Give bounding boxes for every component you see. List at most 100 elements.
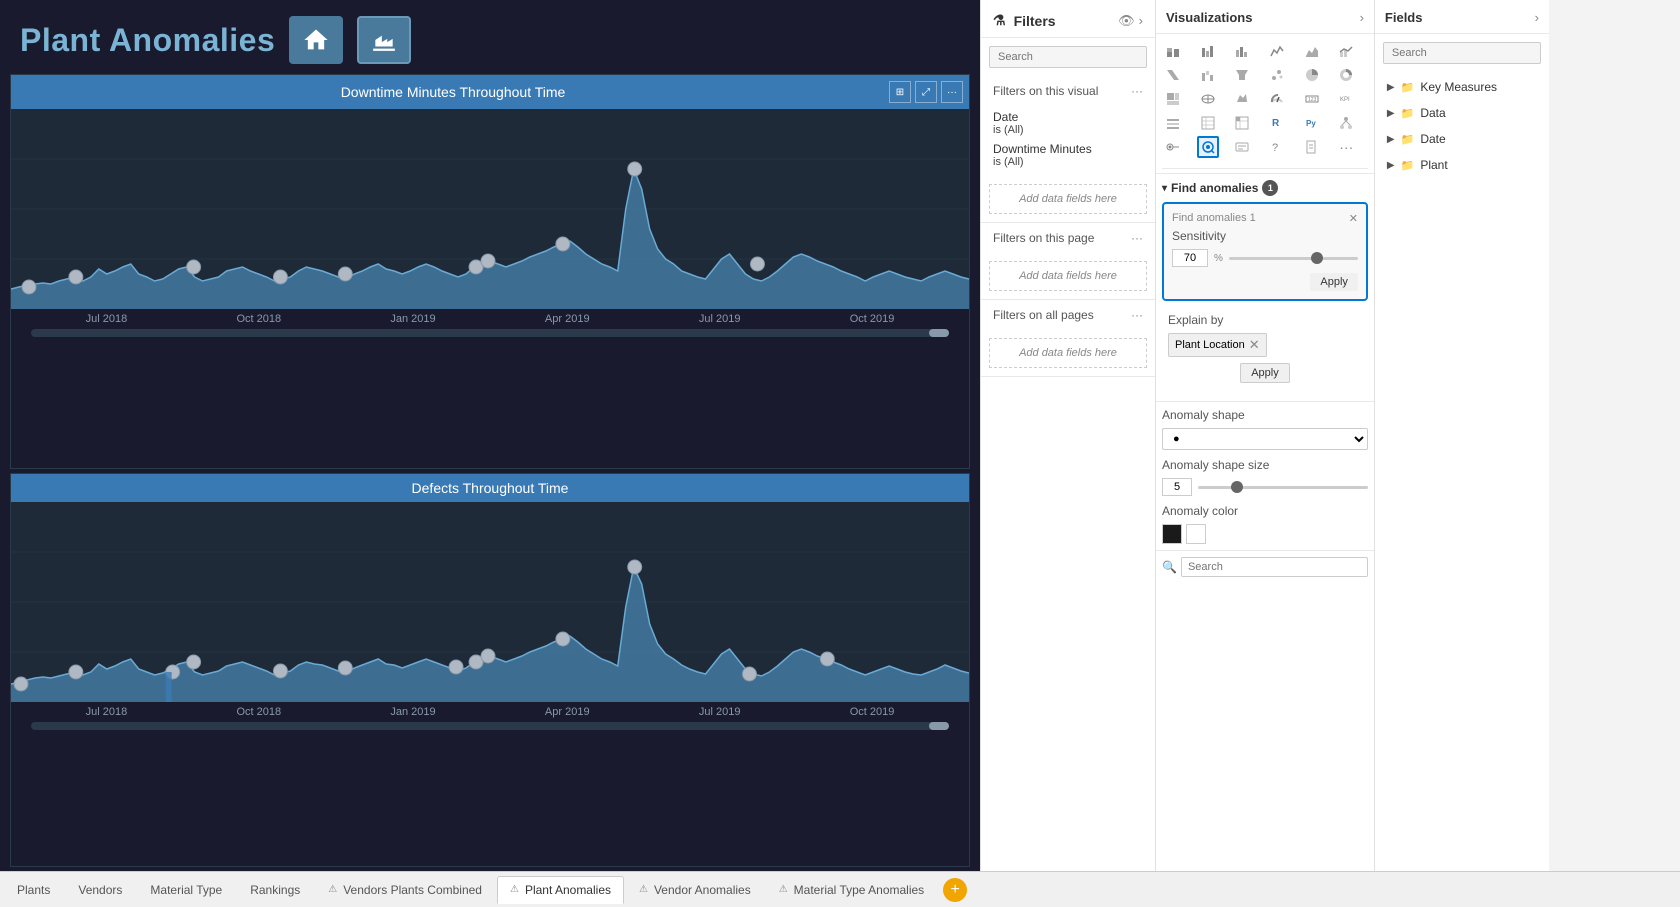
viz-gauge[interactable]: [1266, 88, 1288, 110]
chart1-focus-icon[interactable]: ⤢: [915, 81, 937, 103]
viz-paginated[interactable]: [1301, 136, 1323, 158]
viz-more-dots[interactable]: ···: [1335, 136, 1357, 158]
tab-plant-anomalies-icon: ⚠: [510, 884, 519, 895]
find-anomalies-header: ▾ Find anomalies 1: [1162, 180, 1368, 196]
viz-treemap[interactable]: [1162, 88, 1184, 110]
fields-group-date-item[interactable]: ▶ 📁 Date: [1383, 128, 1541, 150]
fields-search-input[interactable]: [1383, 42, 1541, 64]
sensitivity-input[interactable]: [1172, 249, 1208, 267]
viz-pie[interactable]: [1301, 64, 1323, 86]
explain-apply-button[interactable]: Apply: [1240, 363, 1290, 383]
add-tab-button[interactable]: +: [943, 878, 967, 902]
fields-group-plant-item[interactable]: ▶ 📁 Plant: [1383, 154, 1541, 176]
viz-area[interactable]: [1301, 40, 1323, 62]
viz-slicer[interactable]: [1162, 112, 1184, 134]
filter-visual-more[interactable]: ···: [1131, 84, 1143, 98]
viz-py[interactable]: Py: [1301, 112, 1323, 134]
anomaly-shape-label: Anomaly shape: [1162, 408, 1368, 422]
viz-column[interactable]: [1231, 40, 1253, 62]
size-input[interactable]: [1162, 478, 1192, 496]
chart1-filter-icon[interactable]: ⊞: [889, 81, 911, 103]
chart2-axis-label-2: Jan 2019: [390, 706, 435, 718]
canvas-header: Plant Anomalies: [0, 0, 980, 74]
tab-vendor-anomalies[interactable]: ⚠ Vendor Anomalies: [626, 876, 764, 904]
tab-plants[interactable]: Plants: [4, 876, 63, 904]
viz-scatter[interactable]: [1266, 64, 1288, 86]
viz-donut[interactable]: [1335, 64, 1357, 86]
home-icon-btn[interactable]: [289, 16, 343, 64]
filter-section-visual: Filters on this visual ··· Date is (All)…: [981, 76, 1155, 223]
color-swatch-white[interactable]: [1186, 524, 1206, 544]
fields-group-plant: ▶ 📁 Plant: [1383, 154, 1541, 176]
apply-button[interactable]: Apply: [1310, 273, 1358, 291]
viz-kpi[interactable]: KPI: [1335, 88, 1357, 110]
chart1-title: Downtime Minutes Throughout Time: [17, 84, 889, 100]
viz-smart-narrative[interactable]: [1231, 136, 1253, 158]
sensitivity-slider[interactable]: [1229, 257, 1358, 260]
viz-matrix[interactable]: [1231, 112, 1253, 134]
date-label: Date: [1420, 132, 1445, 146]
fields-group-data-item[interactable]: ▶ 📁 Data: [1383, 102, 1541, 124]
filter-all-more[interactable]: ···: [1131, 308, 1143, 322]
tab-plant-anomalies[interactable]: ⚠ Plant Anomalies: [497, 876, 624, 904]
viz-search-input[interactable]: [1181, 557, 1368, 577]
viz-expand-icon[interactable]: ›: [1360, 10, 1364, 25]
chart1-scrollbar[interactable]: [31, 329, 949, 337]
chart1-scrollbar-thumb[interactable]: [929, 329, 949, 337]
viz-table[interactable]: [1197, 112, 1219, 134]
viz-qna[interactable]: ?: [1266, 136, 1288, 158]
filter-page-more[interactable]: ···: [1131, 231, 1143, 245]
data-chevron: ▶: [1387, 108, 1395, 119]
viz-combo[interactable]: [1335, 40, 1357, 62]
find-anomalies-chevron[interactable]: ▾: [1162, 183, 1167, 194]
fields-header: Fields ›: [1375, 0, 1549, 34]
viz-ribbon[interactable]: [1162, 64, 1184, 86]
chart2-scrollbar-thumb[interactable]: [929, 722, 949, 730]
size-slider[interactable]: [1198, 486, 1368, 489]
viz-line[interactable]: [1266, 40, 1288, 62]
filters-chevron-icon[interactable]: ›: [1139, 13, 1143, 29]
tab-vendors-label: Vendors: [78, 883, 122, 897]
viz-map[interactable]: [1197, 88, 1219, 110]
tab-vendors[interactable]: Vendors: [65, 876, 135, 904]
viz-funnel[interactable]: [1231, 64, 1253, 86]
find-anomalies-badge: 1: [1262, 180, 1278, 196]
tab-rankings[interactable]: Rankings: [237, 876, 313, 904]
tab-material-type-label: Material Type: [150, 883, 222, 897]
tab-material-type-anomalies[interactable]: ⚠ Material Type Anomalies: [766, 876, 937, 904]
filters-search-input[interactable]: [989, 46, 1147, 68]
filter-visual-add[interactable]: Add data fields here: [989, 184, 1147, 214]
fields-expand-icon[interactable]: ›: [1535, 10, 1539, 25]
viz-anomaly-detect[interactable]: [1197, 136, 1219, 158]
filter-icon: ⚗: [993, 12, 1006, 29]
viz-stacked-bar[interactable]: [1162, 40, 1184, 62]
viz-waterfall[interactable]: [1197, 64, 1219, 86]
tab-material-type[interactable]: Material Type: [137, 876, 235, 904]
viz-card[interactable]: 123: [1301, 88, 1323, 110]
explain-tag-close[interactable]: ✕: [1249, 337, 1260, 353]
chart2-axis-label-1: Oct 2018: [236, 706, 281, 718]
page-title: Plant Anomalies: [20, 22, 275, 59]
tab-vendors-plants-label: Vendors Plants Combined: [343, 883, 482, 897]
data-label: Data: [1420, 106, 1445, 120]
anomaly-config-close[interactable]: ✕: [1349, 212, 1358, 225]
chart1-header-icons: ⊞ ⤢ ···: [889, 81, 963, 103]
viz-cluster-bar[interactable]: [1197, 40, 1219, 62]
tab-vendors-plants[interactable]: ⚠ Vendors Plants Combined: [315, 876, 495, 904]
chart2-scrollbar[interactable]: [31, 722, 949, 730]
filter-page-add[interactable]: Add data fields here: [989, 261, 1147, 291]
anomaly-shape-select[interactable]: ● ■ ▲ ◆: [1162, 428, 1368, 450]
viz-r[interactable]: R: [1266, 112, 1288, 134]
color-swatch-dark[interactable]: [1162, 524, 1182, 544]
chart1-more-icon[interactable]: ···: [941, 81, 963, 103]
viz-divider: [1162, 168, 1368, 169]
filters-eye-icon[interactable]: 👁: [1118, 13, 1135, 29]
chart1-axis-label-1: Oct 2018: [236, 313, 281, 325]
anomaly-config-title-text: Find anomalies 1: [1172, 212, 1256, 225]
viz-decomp-tree[interactable]: [1335, 112, 1357, 134]
fields-group-key-measures-item[interactable]: ▶ 📁 Key Measures: [1383, 76, 1541, 98]
viz-key-influencers[interactable]: [1162, 136, 1184, 158]
filter-all-add[interactable]: Add data fields here: [989, 338, 1147, 368]
viz-filled-map[interactable]: [1231, 88, 1253, 110]
factory-icon-btn[interactable]: [357, 16, 411, 64]
